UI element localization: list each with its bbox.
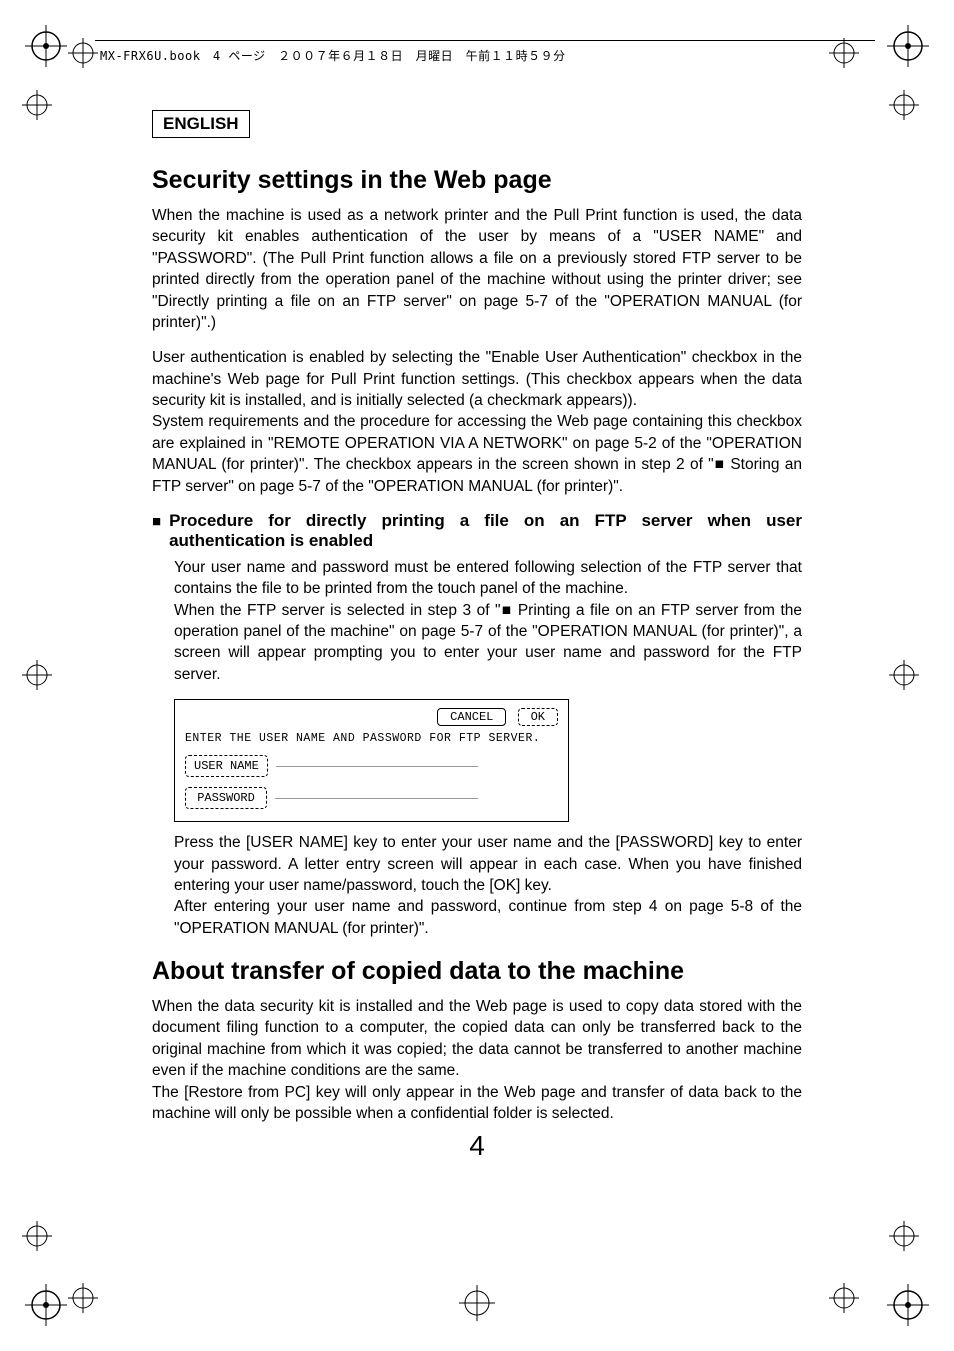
- reg-mark: [22, 90, 52, 120]
- content-area: ENGLISH Security settings in the Web pag…: [152, 110, 802, 1138]
- page-number: 4: [0, 1130, 954, 1162]
- password-field-line: [275, 798, 478, 799]
- subheading-text: Procedure for directly printing a file o…: [169, 511, 802, 551]
- paragraph: Press the [USER NAME] key to enter your …: [174, 832, 802, 896]
- reg-mark: [889, 660, 919, 690]
- figure-button-row: CANCEL OK: [185, 708, 558, 726]
- bullet-square-icon: ■: [152, 513, 161, 553]
- crop-mark-top-right: [887, 25, 929, 67]
- crop-mark-bottom-left: [25, 1284, 67, 1326]
- heading-security-settings: Security settings in the Web page: [152, 166, 802, 195]
- reg-mark: [68, 38, 98, 68]
- figure-row-username: USER NAME: [185, 755, 558, 777]
- reg-mark: [22, 1221, 52, 1251]
- paragraph: When the machine is used as a network pr…: [152, 205, 802, 333]
- subheading-procedure: ■ Procedure for directly printing a file…: [152, 511, 802, 551]
- paragraph: After entering your user name and passwo…: [174, 896, 802, 939]
- figure-prompt: ENTER THE USER NAME AND PASSWORD FOR FTP…: [185, 732, 558, 745]
- heading-about-transfer: About transfer of copied data to the mac…: [152, 957, 802, 986]
- reg-mark-bottom-center: [459, 1285, 495, 1321]
- language-badge: ENGLISH: [152, 110, 250, 138]
- figure-row-password: PASSWORD: [185, 787, 558, 809]
- paragraph: System requirements and the procedure fo…: [152, 411, 802, 497]
- crop-mark-bottom-right: [887, 1284, 929, 1326]
- reg-mark: [889, 90, 919, 120]
- cancel-button[interactable]: CANCEL: [437, 708, 506, 726]
- header-filemeta: MX-FRX6U.book 4 ページ ２００７年６月１８日 月曜日 午前１１時…: [100, 47, 566, 64]
- paragraph: When the data security kit is installed …: [152, 996, 802, 1082]
- paragraph: Your user name and password must be ente…: [174, 557, 802, 600]
- username-key[interactable]: USER NAME: [185, 755, 268, 777]
- reg-mark: [22, 660, 52, 690]
- paragraph: User authentication is enabled by select…: [152, 347, 802, 411]
- ok-button[interactable]: OK: [518, 708, 558, 726]
- document-page: MX-FRX6U.book 4 ページ ２００７年６月１８日 月曜日 午前１１時…: [0, 0, 954, 1351]
- touch-panel-figure: CANCEL OK ENTER THE USER NAME AND PASSWO…: [174, 699, 569, 822]
- reg-mark: [829, 38, 859, 68]
- reg-mark: [889, 1221, 919, 1251]
- reg-mark: [68, 1283, 98, 1313]
- username-field-line: [276, 766, 478, 767]
- reg-mark: [829, 1283, 859, 1313]
- password-key[interactable]: PASSWORD: [185, 787, 267, 809]
- crop-mark-top-left: [25, 25, 67, 67]
- paragraph: The [Restore from PC] key will only appe…: [152, 1082, 802, 1125]
- paragraph: When the FTP server is selected in step …: [174, 600, 802, 686]
- header-rule: [95, 40, 875, 41]
